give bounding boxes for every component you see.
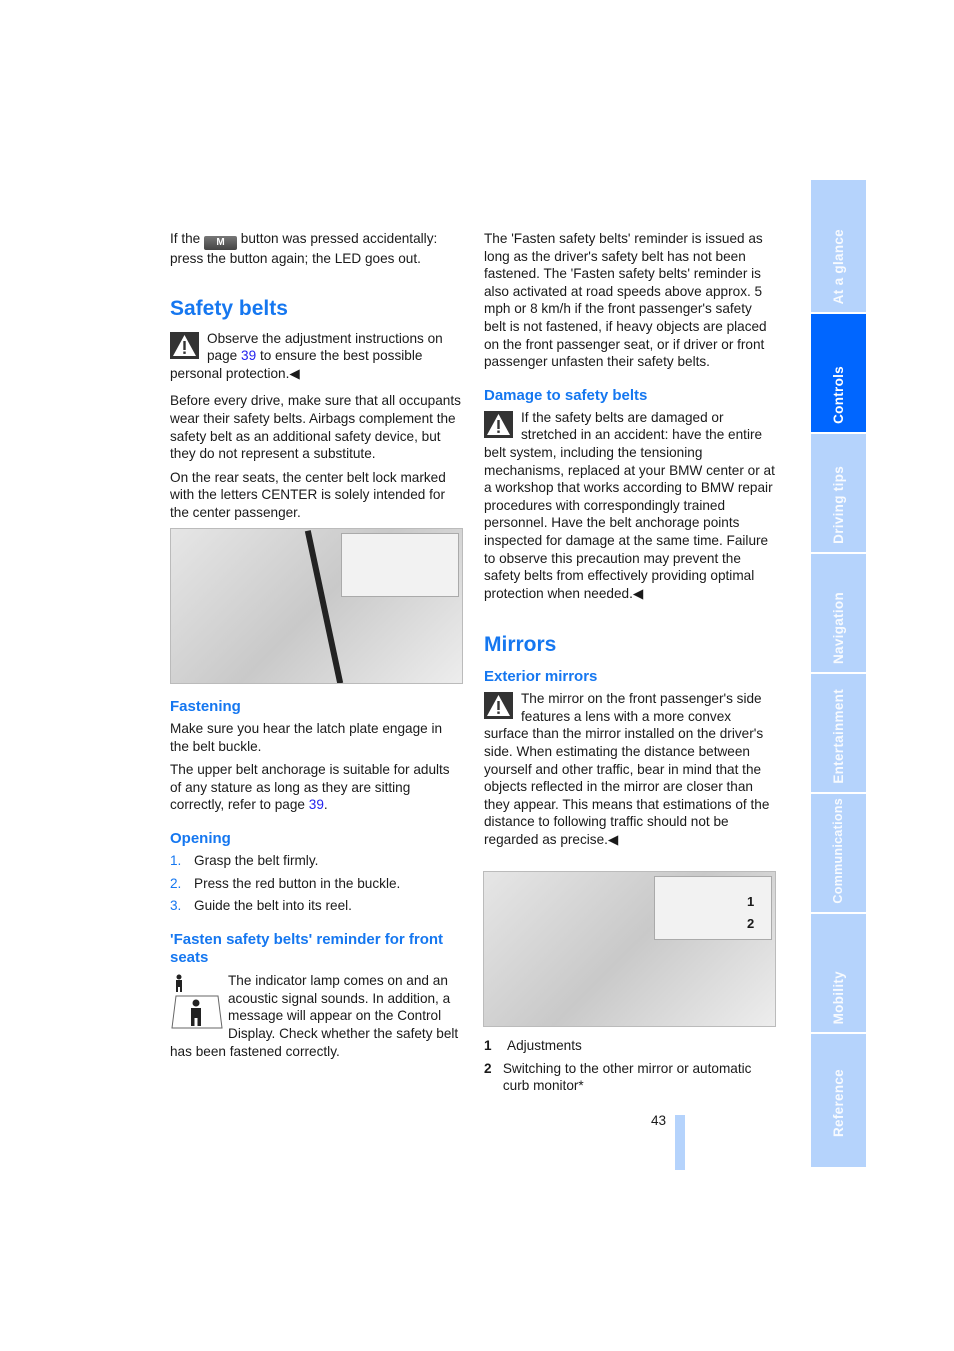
page-marker-bar	[675, 1115, 685, 1170]
heading-fastening: Fastening	[170, 698, 241, 715]
warning-icon	[484, 410, 513, 438]
tab-mobility[interactable]: Mobility	[811, 914, 866, 1032]
warning-note: Observe the adjustment instructions on p…	[170, 330, 443, 381]
list-item: 3. Guide the belt into its reel.	[170, 898, 352, 914]
tab-navigation[interactable]: Navigation	[811, 554, 866, 672]
mirror-switch-inset: 1 2	[654, 876, 772, 940]
tab-communications[interactable]: Communications	[811, 794, 866, 912]
warning-icon	[484, 692, 513, 720]
tab-controls[interactable]: Controls	[811, 314, 866, 432]
right-column: The 'Fasten safety belts' reminder is is…	[484, 230, 776, 855]
warning-note: The mirror on the front passenger's side…	[484, 691, 770, 848]
callout-1: 1	[747, 894, 755, 909]
left-column: If the M button was pressed accidentally…	[170, 230, 462, 528]
tab-driving-tips[interactable]: Driving tips	[811, 434, 866, 552]
heading-reminder: 'Fasten safety belts' reminder for front…	[170, 930, 444, 966]
intro-text: If the M button was pressed accidentally…	[170, 231, 438, 266]
heading-opening: Opening	[170, 829, 231, 847]
paragraph: The 'Fasten safety belts' reminder is is…	[484, 231, 767, 370]
opening-steps: 1. Grasp the belt firmly. 2. Press the red…	[170, 852, 462, 915]
image-captions: 1 Adjustments 2 Switching to the other mir…	[484, 1037, 776, 1100]
caption-item: 2 Switching to the other mirror or automa…	[484, 1060, 752, 1094]
m-button-icon: M	[204, 236, 238, 250]
belt-strap	[304, 530, 344, 683]
caption-item: 1 Adjustments	[484, 1038, 582, 1053]
seatbelt-indicator-icon	[170, 972, 228, 1034]
left-column-lower: Fastening Make sure you hear the latch p…	[170, 698, 462, 1067]
paragraph: On the rear seats, the center belt lock …	[170, 469, 446, 520]
paragraph: The upper belt anchorage is suitable for…	[170, 762, 450, 813]
paragraph: Before every drive, make sure that all o…	[170, 393, 461, 462]
callout-2: 2	[747, 916, 755, 931]
page-number: 43	[651, 1113, 667, 1128]
tab-reference[interactable]: Reference	[811, 1034, 866, 1167]
paragraph: Make sure you hear the latch plate engag…	[170, 721, 443, 754]
safety-belt-image	[170, 528, 463, 684]
heading-exterior-mirrors: Exterior mirrors	[484, 668, 598, 686]
heading-damage: Damage to safety belts	[484, 386, 648, 404]
warning-note: If the safety belts are damaged or stret…	[484, 409, 775, 601]
list-item: 1. Grasp the belt firmly.	[170, 852, 319, 868]
mirror-controls-image: 1 2	[483, 871, 776, 1027]
tab-entertainment[interactable]: Entertainment	[811, 674, 866, 792]
list-item: 2. Press the red button in the buckle.	[170, 875, 401, 891]
tab-at-a-glance[interactable]: At a glance	[811, 180, 866, 312]
buckle-detail-inset	[341, 533, 459, 597]
page-link-39[interactable]: 39	[241, 348, 256, 363]
reminder-text: The indicator lamp comes on and an acous…	[170, 972, 459, 1059]
section-title-mirrors: Mirrors	[484, 633, 557, 657]
warning-icon	[170, 331, 199, 359]
section-title-safety-belts: Safety belts	[170, 296, 288, 320]
page-link-39[interactable]: 39	[309, 797, 324, 812]
